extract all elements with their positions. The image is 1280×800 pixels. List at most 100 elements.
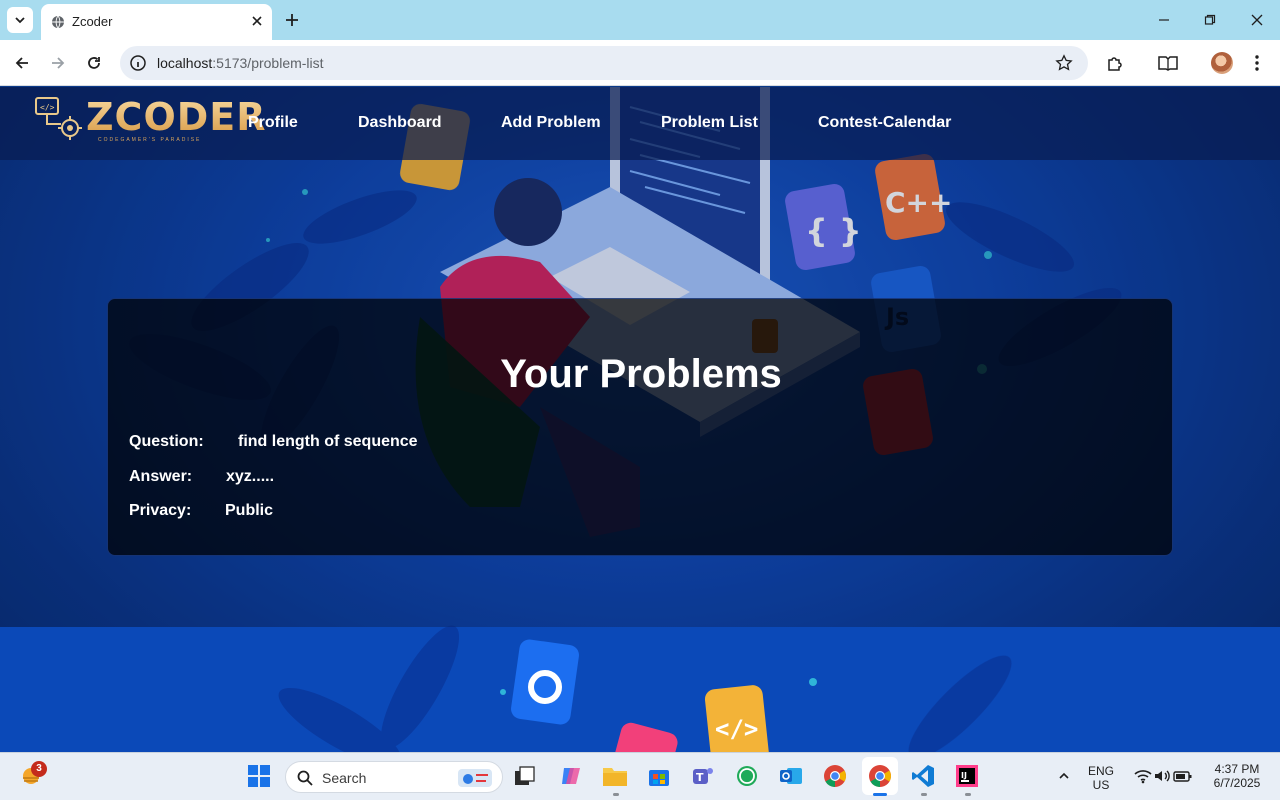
answer-value: xyz..... bbox=[226, 468, 275, 485]
task-view-button[interactable] bbox=[512, 763, 538, 789]
folder-icon bbox=[603, 768, 627, 786]
search-placeholder: Search bbox=[322, 770, 367, 786]
bookmark-star-icon[interactable] bbox=[1055, 54, 1073, 72]
wifi-icon bbox=[1134, 770, 1152, 784]
teams-button[interactable]: T bbox=[690, 763, 716, 789]
copilot-icon bbox=[562, 768, 580, 784]
question-value: find length of sequence bbox=[238, 433, 418, 450]
puzzle-icon bbox=[1108, 57, 1122, 71]
nav-link-dashboard[interactable]: Dashboard bbox=[358, 114, 442, 132]
running-indicator bbox=[965, 793, 971, 796]
chrome-icon bbox=[824, 765, 846, 787]
close-icon bbox=[1251, 14, 1263, 26]
reading-mode-button[interactable] bbox=[1157, 52, 1179, 74]
globe-icon bbox=[52, 15, 64, 29]
svg-text:</>: </> bbox=[40, 103, 55, 112]
privacy-label: Privacy: bbox=[129, 502, 192, 519]
tab-search-button[interactable] bbox=[7, 7, 33, 33]
chevron-up-icon bbox=[1059, 772, 1069, 779]
page-viewport: { } C++ Js </> </> bbox=[0, 87, 1280, 752]
problem-question-row: Question: find length of sequence bbox=[129, 433, 418, 451]
address-bar[interactable]: localhost:5173/problem-list bbox=[120, 46, 1088, 80]
nav-link-add-problem[interactable]: Add Problem bbox=[501, 114, 601, 132]
reload-icon bbox=[88, 57, 100, 69]
clock-time: 4:37 PM bbox=[1214, 762, 1260, 776]
task-view-icon bbox=[515, 766, 535, 785]
language-code: ENG bbox=[1087, 764, 1114, 778]
start-button[interactable] bbox=[246, 763, 272, 789]
region-code: US bbox=[1092, 778, 1110, 792]
outlook-button[interactable] bbox=[778, 763, 804, 789]
problems-panel: Your Problems Question: find length of s… bbox=[107, 298, 1173, 556]
close-icon bbox=[252, 16, 262, 26]
restore-button[interactable] bbox=[1197, 8, 1223, 32]
search-highlight-icon bbox=[458, 769, 492, 787]
language-indicator[interactable]: ENG US bbox=[1086, 764, 1116, 792]
window-close-button[interactable] bbox=[1244, 8, 1270, 32]
chrome-icon bbox=[869, 765, 891, 787]
intellij-icon: IJ bbox=[956, 765, 978, 787]
volume-icon bbox=[1155, 770, 1170, 782]
browser-menu-button[interactable] bbox=[1246, 52, 1268, 74]
problem-privacy-row: Privacy: Public bbox=[129, 502, 273, 520]
running-indicator bbox=[613, 793, 619, 796]
forward-button[interactable] bbox=[47, 52, 69, 74]
copilot-button[interactable] bbox=[558, 763, 584, 789]
vscode-button[interactable] bbox=[910, 763, 936, 789]
whatsapp-icon bbox=[737, 766, 757, 786]
svg-text:IJ: IJ bbox=[961, 771, 967, 780]
tab-title: Zcoder bbox=[72, 14, 113, 29]
profile-avatar[interactable] bbox=[1211, 52, 1233, 74]
arrow-left-icon bbox=[15, 57, 28, 69]
restore-icon bbox=[1204, 14, 1216, 25]
clock[interactable]: 4:37 PM 6/7/2025 bbox=[1204, 762, 1270, 790]
show-hidden-icons-button[interactable] bbox=[1051, 763, 1077, 789]
extensions-button[interactable] bbox=[1104, 52, 1126, 74]
new-tab-button[interactable] bbox=[282, 10, 302, 30]
question-label: Question: bbox=[129, 433, 204, 450]
outlook-icon bbox=[780, 768, 802, 784]
tab-close-button[interactable] bbox=[248, 12, 266, 30]
answer-label: Answer: bbox=[129, 468, 193, 485]
intellij-button[interactable]: IJ bbox=[954, 763, 980, 789]
tab-strip: Zcoder bbox=[0, 0, 1280, 40]
chrome-button[interactable] bbox=[822, 763, 848, 789]
clock-date: 6/7/2025 bbox=[1213, 776, 1261, 790]
svg-text:T: T bbox=[696, 771, 704, 784]
windows-logo-icon bbox=[248, 765, 270, 787]
url-text[interactable]: localhost:5173/problem-list bbox=[157, 55, 324, 71]
minimize-button[interactable] bbox=[1151, 8, 1177, 32]
arrow-right-icon bbox=[52, 57, 65, 69]
nav-link-profile[interactable]: Profile bbox=[248, 114, 298, 132]
microsoft-store-button[interactable] bbox=[646, 763, 672, 789]
chevron-down-icon bbox=[15, 17, 25, 24]
logo-tagline: CODEGAMER'S PARADISE bbox=[98, 137, 202, 143]
minimize-icon bbox=[1159, 19, 1169, 21]
plus-icon bbox=[286, 14, 298, 26]
back-button[interactable] bbox=[11, 52, 33, 74]
running-indicator bbox=[921, 793, 927, 796]
file-explorer-button[interactable] bbox=[602, 763, 628, 789]
teams-icon: T bbox=[693, 768, 713, 784]
taskbar-search[interactable]: Search bbox=[285, 761, 503, 793]
store-icon bbox=[649, 770, 669, 786]
nav-link-problem-list[interactable]: Problem List bbox=[661, 114, 758, 132]
page-title: Your Problems bbox=[500, 352, 782, 396]
search-icon bbox=[297, 770, 313, 786]
whatsapp-button[interactable] bbox=[734, 763, 760, 789]
logo-gear-icon[interactable]: </> bbox=[34, 96, 82, 140]
browser-tab[interactable]: Zcoder bbox=[41, 4, 272, 40]
chrome-active-button[interactable] bbox=[862, 757, 898, 795]
logo-text[interactable]: ZCODER bbox=[86, 95, 267, 139]
windows-taskbar: 3 Search T IJ ENG US 4:37 PM 6/7/2025 bbox=[0, 752, 1280, 800]
battery-icon bbox=[1173, 771, 1192, 782]
site-navbar: </> ZCODER CODEGAMER'S PARADISE Profile … bbox=[0, 87, 1280, 160]
nav-link-contest-calendar[interactable]: Contest-Calendar bbox=[818, 114, 951, 132]
system-status-button[interactable] bbox=[1126, 763, 1200, 789]
vscode-icon bbox=[912, 765, 934, 787]
reload-button[interactable] bbox=[83, 52, 105, 74]
info-icon[interactable] bbox=[129, 54, 147, 72]
browser-toolbar: localhost:5173/problem-list bbox=[0, 40, 1280, 86]
privacy-value: Public bbox=[225, 502, 274, 519]
svg-text:</>: </> bbox=[715, 715, 758, 743]
